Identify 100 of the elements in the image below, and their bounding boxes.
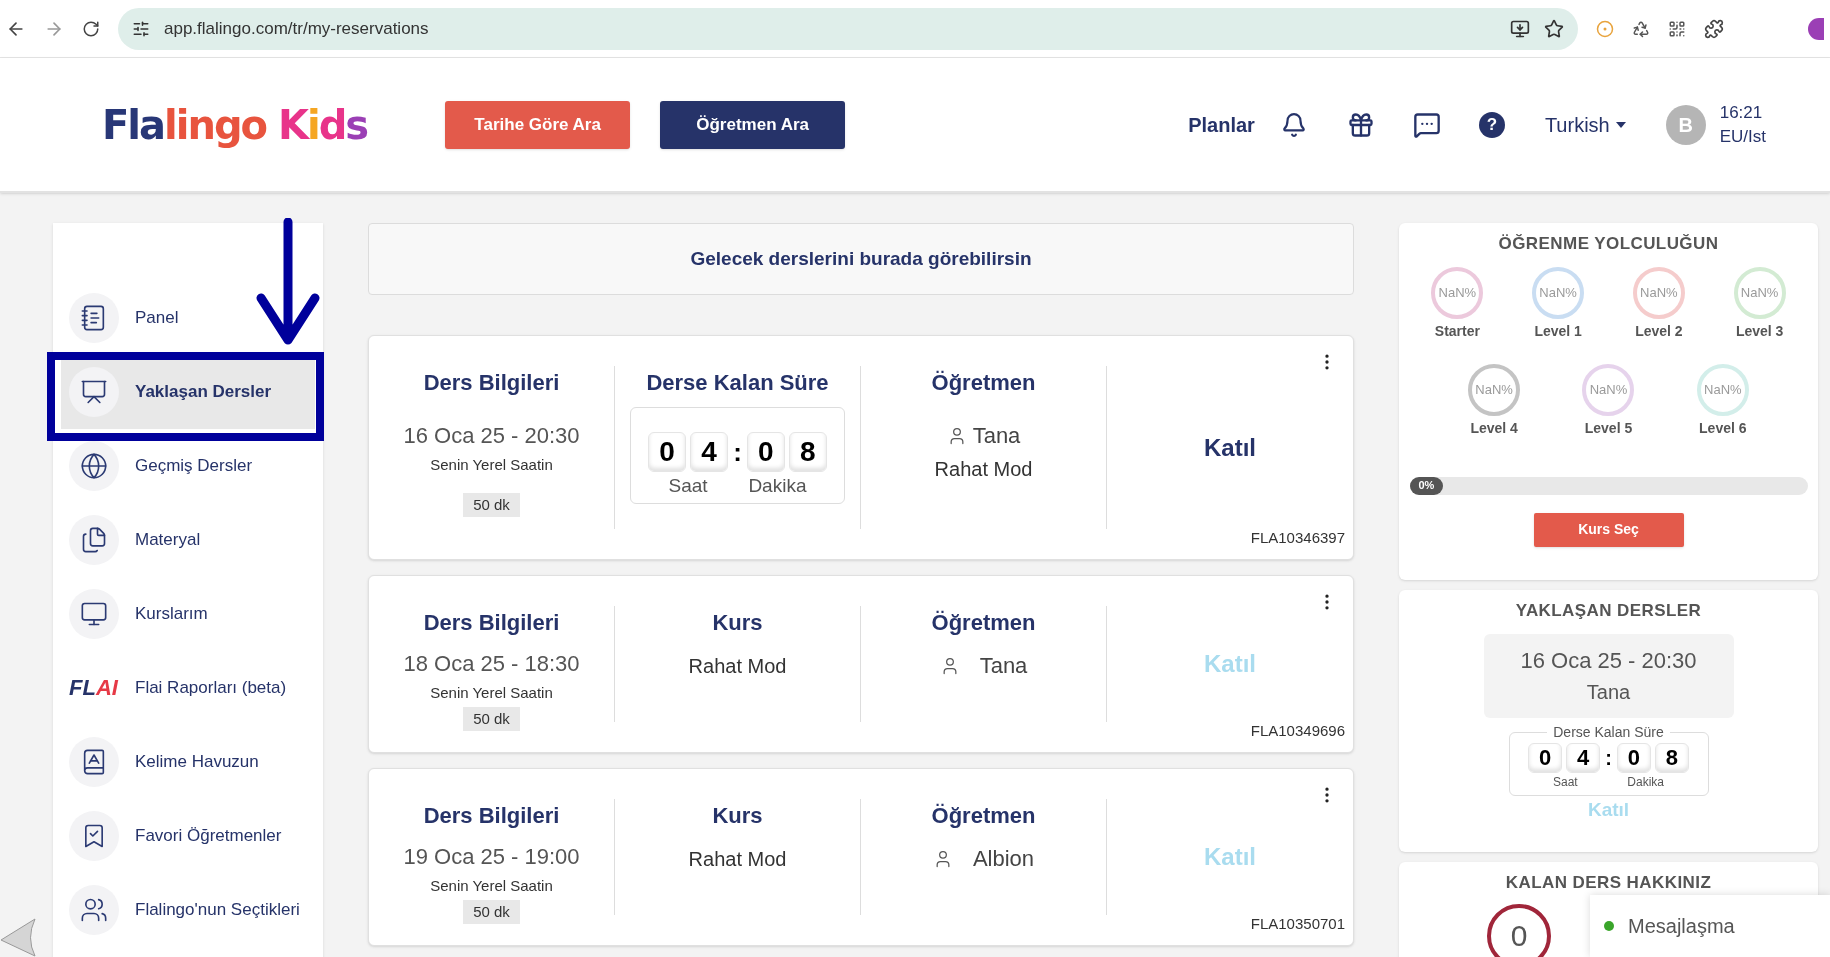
- lesson-mode: Rahat Mod: [934, 457, 1033, 482]
- level-ring: NaN%: [1532, 266, 1585, 319]
- countdown-digit: 0: [1528, 742, 1563, 773]
- duration-tag: 50 dk: [463, 706, 520, 731]
- presentation-icon: [69, 367, 119, 417]
- reload-icon[interactable]: [82, 19, 100, 38]
- logo[interactable]: Flalingo Kids: [102, 100, 368, 149]
- column-title: Ders Bilgileri: [423, 609, 560, 637]
- sidebar-item[interactable]: Favori Öğretmenler: [61, 799, 315, 873]
- countdown-label: Saat: [1552, 773, 1578, 791]
- panel-title: KALAN DERS HAKKINIZ: [1505, 872, 1712, 894]
- level-name: Level 1: [1534, 321, 1582, 341]
- extension-icon[interactable]: [1632, 19, 1650, 38]
- local-time-note: Senin Yerel Saatin: [430, 455, 553, 475]
- level-name: Level 2: [1635, 321, 1683, 341]
- teacher-name[interactable]: Albion: [972, 842, 1035, 875]
- sidebar-item[interactable]: Geçmiş Dersler: [61, 429, 315, 503]
- sidebar-item[interactable]: Kelime Havuzun: [61, 725, 315, 799]
- qr-code-icon[interactable]: [1668, 19, 1686, 38]
- level-ring: NaN%: [1696, 363, 1749, 416]
- column-title: Ders Bilgileri: [423, 802, 560, 830]
- address-bar[interactable]: app.flalingo.com/tr/my-reservations: [118, 7, 1578, 50]
- level-ring: NaN%: [1431, 266, 1484, 319]
- sidebar-label: Panel: [135, 307, 179, 330]
- lesson-date: 19 Oca 25 - 19:00: [403, 843, 580, 871]
- countdown-digit: 8: [788, 432, 827, 472]
- teacher-name: Tana: [1586, 680, 1631, 705]
- level-ring: NaN%: [1582, 363, 1635, 416]
- local-time-note: Senin Yerel Saatin: [430, 683, 553, 703]
- dictionary-icon: [69, 737, 119, 787]
- sidebar-item[interactable]: Flalingo'nun Seçtikleri: [61, 873, 315, 947]
- countdown-label: Saat: [668, 474, 708, 498]
- course-name: Rahat Mod: [688, 654, 787, 679]
- sidebar-label: Favori Öğretmenler: [135, 825, 282, 848]
- lesson-code: FLA10349696: [1250, 720, 1345, 741]
- plans-link[interactable]: Planlar: [1188, 109, 1255, 140]
- sidebar-label: Kelime Havuzun: [135, 751, 259, 774]
- info-banner: Gelecek derslerini burada görebilirsin: [368, 223, 1354, 295]
- countdown-label: Dakika: [1627, 773, 1664, 791]
- sidebar-label: Materyal: [135, 529, 201, 552]
- monitor-icon: [69, 589, 119, 639]
- profile-icon[interactable]: [1808, 17, 1824, 40]
- level-ring: NaN%: [1733, 266, 1786, 319]
- column-title: Öğretmen: [931, 369, 1036, 397]
- sidebar-label: Flalingo'nun Seçtikleri: [135, 899, 300, 922]
- column-title: Öğretmen: [931, 609, 1036, 637]
- level-ring: NaN%: [1468, 363, 1521, 416]
- sidebar-item[interactable]: Materyal: [61, 503, 315, 577]
- bookmark-star-icon[interactable]: [1544, 18, 1564, 39]
- countdown-digit: 8: [1654, 742, 1689, 773]
- caret-icon: [1615, 121, 1626, 128]
- teacher-name[interactable]: Tana: [972, 419, 1021, 452]
- sidebar-item[interactable]: Panel: [61, 281, 315, 355]
- column-title: Ders Bilgileri: [423, 369, 560, 397]
- notebook-icon: [69, 293, 119, 343]
- countdown-digit: 0: [1616, 742, 1651, 773]
- local-time-note: Senin Yerel Saatin: [430, 876, 553, 896]
- course-name: Rahat Mod: [688, 847, 787, 872]
- join-button[interactable]: Katıl: [1204, 429, 1256, 466]
- sidebar-label: Kurslarım: [135, 603, 208, 626]
- level-ring: NaN%: [1632, 266, 1685, 319]
- teacher-name[interactable]: Tana: [979, 649, 1028, 682]
- chat-label: Mesajlaşma: [1628, 914, 1735, 939]
- chat-popup[interactable]: Mesajlaşma: [1590, 895, 1830, 957]
- url-text: app.flalingo.com/tr/my-reservations: [164, 17, 430, 40]
- site-info-icon[interactable]: [132, 19, 150, 38]
- people-icon: [69, 885, 119, 935]
- countdown-digit: 0: [648, 432, 687, 472]
- help-icon[interactable]: ?: [1478, 111, 1505, 138]
- panel-title: ÖĞRENME YOLCULUĞUN: [1498, 233, 1719, 255]
- countdown-separator: :: [1604, 745, 1613, 771]
- choose-course-button[interactable]: Kurs Seç: [1533, 512, 1684, 547]
- countdown-digit: 4: [1566, 742, 1601, 773]
- gift-icon[interactable]: [1346, 110, 1375, 139]
- lesson-code: FLA10350701: [1250, 913, 1345, 934]
- column-title: Öğretmen: [931, 802, 1036, 830]
- level-name: Level 6: [1699, 418, 1747, 438]
- lesson-date: 18 Oca 25 - 18:30: [403, 650, 580, 678]
- bookmark-icon: [69, 811, 119, 861]
- clock-time: 16:21: [1719, 101, 1764, 124]
- sidebar-item[interactable]: Kurslarım: [61, 577, 315, 651]
- duration-tag: 50 dk: [463, 492, 520, 517]
- search-button[interactable]: Tarihe Göre Ara: [445, 100, 631, 149]
- notification-icon[interactable]: [1280, 111, 1307, 138]
- sidebar-label: Yaklaşan Dersler: [135, 381, 272, 404]
- column-title: Kurs: [712, 609, 763, 637]
- language-dropdown[interactable]: Turkish: [1544, 109, 1626, 140]
- duration-tag: 50 dk: [463, 899, 520, 924]
- extensions-icon[interactable]: [1704, 18, 1724, 39]
- level-name: Level 4: [1470, 418, 1518, 438]
- sidebar-item[interactable]: FLAI Flai Raporları (beta): [61, 651, 315, 725]
- level-name: Starter: [1434, 321, 1480, 341]
- message-icon[interactable]: [1412, 110, 1441, 139]
- lesson-code: FLA10346397: [1250, 527, 1345, 548]
- countdown-separator: :: [732, 435, 743, 469]
- install-icon[interactable]: [1510, 18, 1530, 39]
- documents-icon: [69, 515, 119, 565]
- search-button[interactable]: Öğretmen Ara: [660, 100, 846, 149]
- flai-logo: FLAI: [69, 677, 119, 699]
- remaining-count: 0: [1510, 918, 1528, 954]
